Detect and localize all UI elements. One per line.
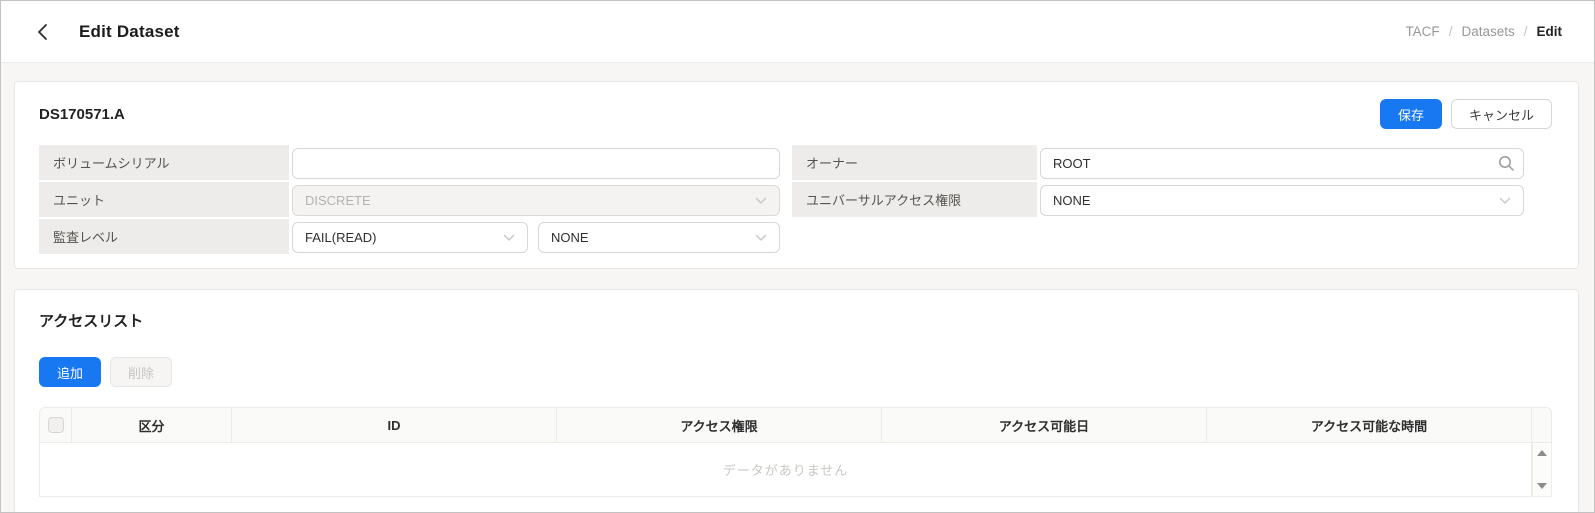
- unit-label: ユニット: [39, 182, 289, 219]
- chevron-left-icon: [37, 23, 48, 41]
- delete-button[interactable]: 削除: [110, 357, 172, 387]
- universal-access-label: ユニバーサルアクセス権限: [792, 182, 1037, 219]
- table-header-scrollbar-spacer: [1531, 408, 1551, 442]
- form-row-volume-owner: ボリュームシリアル オーナー: [39, 145, 1552, 182]
- universal-access-select[interactable]: NONE: [1040, 185, 1524, 216]
- column-header-access-permission: アクセス権限: [556, 408, 881, 442]
- unit-select-value: DISCRETE: [305, 193, 371, 208]
- table-header-row: 区分 ID アクセス権限 アクセス可能日 アクセス可能な時間: [39, 407, 1552, 443]
- breadcrumb-item-tacf[interactable]: TACF: [1405, 24, 1439, 39]
- breadcrumb: TACF / Datasets / Edit: [1405, 24, 1562, 39]
- owner-search-button[interactable]: [1495, 153, 1517, 175]
- table-body: データがありません: [39, 443, 1552, 497]
- dataset-name: DS170571.A: [39, 106, 125, 123]
- scroll-down-button[interactable]: [1535, 481, 1549, 491]
- column-header-category: 区分: [71, 408, 231, 442]
- scroll-up-button[interactable]: [1535, 448, 1549, 458]
- owner-input-wrap: [1040, 148, 1524, 179]
- universal-access-select-value: NONE: [1053, 193, 1091, 208]
- triangle-up-icon: [1537, 450, 1547, 456]
- owner-label: オーナー: [792, 145, 1037, 182]
- dataset-card-header: DS170571.A 保存 キャンセル: [39, 99, 1552, 129]
- audit-level-select[interactable]: FAIL(READ): [292, 222, 528, 253]
- column-header-id: ID: [231, 408, 556, 442]
- dataset-actions: 保存 キャンセル: [1380, 99, 1552, 129]
- audit-level-field: FAIL(READ) NONE: [289, 219, 792, 256]
- volume-serial-field: [289, 145, 792, 182]
- chevron-down-icon: [755, 234, 767, 242]
- breadcrumb-item-datasets[interactable]: Datasets: [1461, 24, 1514, 39]
- page: Edit Dataset TACF / Datasets / Edit DS17…: [0, 0, 1595, 513]
- volume-serial-input[interactable]: [292, 148, 780, 179]
- dataset-card: DS170571.A 保存 キャンセル ボリュームシリアル オーナー: [14, 81, 1579, 269]
- triangle-down-icon: [1537, 483, 1547, 489]
- form-row-audit-spacer: [792, 219, 1552, 256]
- breadcrumb-separator: /: [1449, 24, 1453, 39]
- volume-serial-label: ボリュームシリアル: [39, 145, 289, 182]
- access-list-toolbar: 追加 削除: [39, 357, 1552, 387]
- breadcrumb-separator: /: [1524, 24, 1528, 39]
- owner-input[interactable]: [1040, 148, 1524, 179]
- chevron-down-icon: [755, 197, 767, 205]
- top-header: Edit Dataset TACF / Datasets / Edit: [1, 1, 1594, 63]
- audit-level-secondary-value: NONE: [551, 230, 589, 245]
- back-button[interactable]: [37, 19, 59, 45]
- select-all-checkbox[interactable]: [48, 417, 64, 433]
- content-area: DS170571.A 保存 キャンセル ボリュームシリアル オーナー: [1, 63, 1594, 513]
- save-button[interactable]: 保存: [1380, 99, 1442, 129]
- access-list-title: アクセスリスト: [39, 310, 1552, 331]
- page-title: Edit Dataset: [79, 22, 180, 42]
- column-header-accessible-date: アクセス可能日: [881, 408, 1206, 442]
- table-vertical-scrollbar: [1532, 443, 1552, 497]
- cancel-button[interactable]: キャンセル: [1451, 99, 1552, 129]
- search-icon: [1498, 155, 1515, 172]
- audit-level-select-value: FAIL(READ): [305, 230, 377, 245]
- table-header-checkbox-cell: [40, 408, 71, 442]
- owner-field: [1037, 145, 1552, 182]
- form-row-audit: 監査レベル FAIL(READ) NONE: [39, 219, 1552, 256]
- audit-level-label: 監査レベル: [39, 219, 289, 256]
- universal-access-field: NONE: [1037, 182, 1552, 219]
- audit-level-secondary-select[interactable]: NONE: [538, 222, 780, 253]
- add-button[interactable]: 追加: [39, 357, 101, 387]
- unit-field: DISCRETE: [289, 182, 792, 219]
- access-list-card: アクセスリスト 追加 削除 区分 ID アクセス権限 アクセス可能日 アクセス可…: [14, 289, 1579, 513]
- access-list-table: 区分 ID アクセス権限 アクセス可能日 アクセス可能な時間 データがありません: [39, 407, 1552, 497]
- breadcrumb-item-edit: Edit: [1537, 24, 1563, 39]
- form-row-unit-uacc: ユニット DISCRETE ユニバーサルアクセス権限 NONE: [39, 182, 1552, 219]
- column-header-accessible-time: アクセス可能な時間: [1206, 408, 1531, 442]
- unit-select: DISCRETE: [292, 185, 780, 216]
- table-empty-message: データがありません: [39, 443, 1532, 497]
- chevron-down-icon: [1499, 197, 1511, 205]
- chevron-down-icon: [503, 234, 515, 242]
